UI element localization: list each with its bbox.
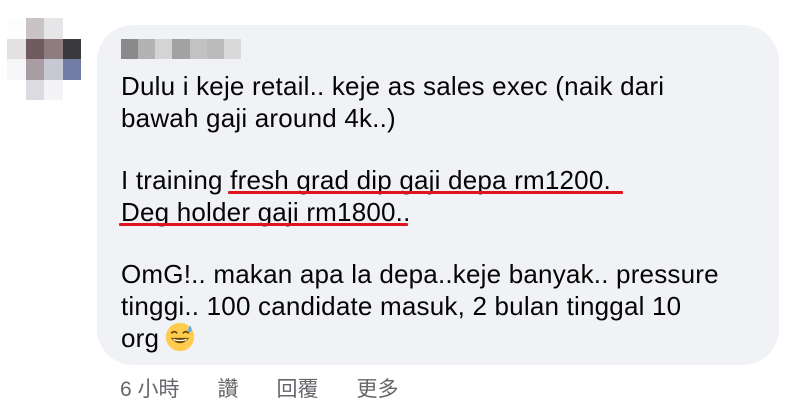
comment-text-plain: I training <box>121 165 231 195</box>
like-button[interactable]: 讚 <box>218 373 239 403</box>
comment-line: tinggi.. 100 candidate masuk, 2 bulan ti… <box>121 291 682 321</box>
comment-line: bawah gaji around 4k..) <box>121 103 396 133</box>
comment-timestamp[interactable]: 6 小時 <box>120 373 180 403</box>
grinning-face-with-sweat-icon <box>166 322 195 352</box>
more-button[interactable]: 更多 <box>357 373 399 403</box>
avatar[interactable] <box>7 18 81 100</box>
author-name-blurred[interactable] <box>121 39 241 59</box>
highlight-underline <box>228 191 623 194</box>
comment-paragraph-1: Dulu i keje retail.. keje as sales exec … <box>121 70 771 134</box>
comment-line: Dulu i keje retail.. keje as sales exec … <box>121 71 665 101</box>
comment-line: OmG!.. makan apa la depa..keje banyak.. … <box>121 259 719 289</box>
comment-text: Dulu i keje retail.. keje as sales exec … <box>121 70 771 354</box>
highlight-underline <box>119 223 408 226</box>
comment-line: org <box>121 322 771 354</box>
comment-actions: 6 小時 讚 回覆 更多 <box>120 373 437 403</box>
comment-paragraph-2: I training fresh grad dip gaji depa rm12… <box>121 164 771 228</box>
comment-text-plain: org <box>121 323 160 353</box>
comment-paragraph-3: OmG!.. makan apa la depa..keje banyak.. … <box>121 258 771 354</box>
reply-button[interactable]: 回覆 <box>277 373 319 403</box>
